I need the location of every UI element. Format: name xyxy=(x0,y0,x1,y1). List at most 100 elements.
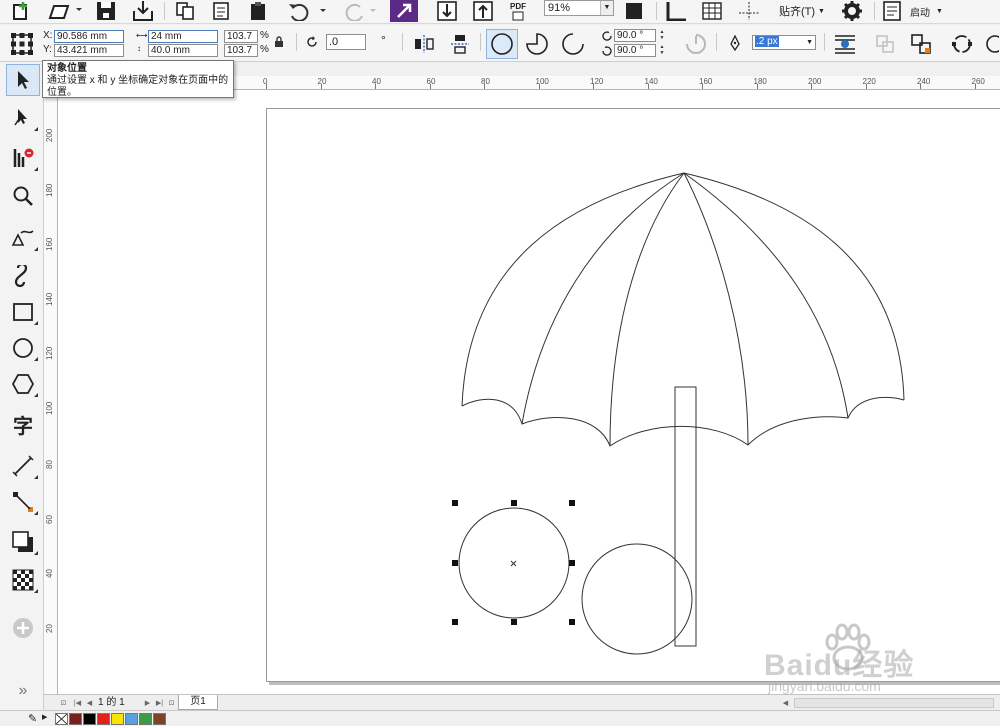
ruler-tick-label: 240 xyxy=(917,77,931,86)
crop-tool-button[interactable] xyxy=(6,142,40,174)
add-page-after-icon[interactable]: ⊡ xyxy=(166,697,177,708)
artistic-media-tool-button[interactable] xyxy=(6,260,40,292)
copy-icon[interactable] xyxy=(172,0,200,22)
end-angle-field[interactable]: 90.0 ° xyxy=(614,44,656,57)
end-angle-spinner[interactable]: ▲ ▼ xyxy=(658,44,666,57)
page-tab[interactable]: 页1 xyxy=(178,695,218,710)
quick-customize-button[interactable] xyxy=(6,612,40,644)
drop-shadow-tool-button[interactable] xyxy=(6,526,40,558)
mirror-vertical-icon[interactable] xyxy=(446,31,474,57)
launch-icon xyxy=(883,1,901,21)
horizontal-scrollbar[interactable] xyxy=(794,698,994,708)
freehand-tool-button[interactable] xyxy=(6,222,40,254)
weld-icon[interactable] xyxy=(906,31,936,57)
export-arrow-icon[interactable] xyxy=(470,0,496,22)
text-tool-button[interactable]: 字 xyxy=(6,408,40,440)
open-document-icon[interactable] xyxy=(44,0,84,22)
start-angle-field[interactable]: 90.0 ° xyxy=(614,29,656,42)
change-direction-icon[interactable] xyxy=(682,30,710,58)
undo-icon[interactable] xyxy=(284,0,328,22)
new-document-icon[interactable] xyxy=(8,0,34,22)
add-page-icon[interactable]: ⊡ xyxy=(58,697,69,708)
previous-page-icon[interactable]: ◀ xyxy=(84,697,95,708)
drawing-canvas[interactable] xyxy=(58,90,1000,694)
connector-tool-button[interactable] xyxy=(6,486,40,518)
scale-height-field[interactable]: 103.7 xyxy=(224,44,258,57)
launch-menu[interactable]: 启动 ▼ xyxy=(882,0,952,22)
color-swatch[interactable] xyxy=(139,713,152,725)
corel-connect-icon[interactable] xyxy=(390,0,418,22)
text-wrap-icon[interactable] xyxy=(830,31,860,57)
ellipse-mode-button[interactable] xyxy=(486,29,518,59)
x-position-field[interactable]: 90.586 mm xyxy=(54,30,124,43)
combine-icon[interactable] xyxy=(870,31,900,57)
next-page-icon[interactable]: ▶ xyxy=(142,697,153,708)
vertical-ruler[interactable]: 200 180 160 140 120 100 80 60 40 20 xyxy=(44,90,58,694)
scroll-left-icon[interactable]: ◀ xyxy=(780,697,791,708)
width-field[interactable]: 24 mm xyxy=(148,30,218,43)
zoom-tool-button[interactable] xyxy=(6,180,40,212)
property-bar: X: 90.586 mm Y: 43.421 mm ⟷ 24 mm ↕ 40.0… xyxy=(0,25,1000,62)
show-grid-icon[interactable] xyxy=(698,0,726,22)
start-angle-spinner[interactable]: ▲ ▼ xyxy=(658,29,666,42)
pie-mode-button[interactable] xyxy=(522,30,552,58)
show-guidelines-icon[interactable] xyxy=(734,0,764,22)
expand-toolbox-button[interactable]: » xyxy=(6,678,40,704)
zoom-level-select[interactable]: 91% ▼ xyxy=(544,0,614,16)
ruler-tick-label: 200 xyxy=(808,77,822,86)
text-tool-icon: 字 xyxy=(13,413,33,438)
end-angle-icon xyxy=(600,44,614,58)
full-screen-icon[interactable] xyxy=(620,0,648,22)
ruler-tick-label: 160 xyxy=(45,237,54,251)
color-swatch[interactable] xyxy=(125,713,138,725)
color-swatch[interactable] xyxy=(69,713,82,725)
lock-ratio-icon[interactable] xyxy=(272,35,286,49)
more-options-icon[interactable] xyxy=(984,31,1000,57)
no-color-swatch[interactable] xyxy=(55,713,68,725)
import-icon[interactable] xyxy=(128,0,158,22)
palette-menu-icon[interactable]: ▶ xyxy=(42,713,47,721)
page-counter-total: 1 xyxy=(119,697,125,708)
rotation-angle-field[interactable]: .0 xyxy=(326,34,366,50)
object-origin-icon[interactable] xyxy=(8,31,36,57)
outline-width-select[interactable]: .2 px ▼ xyxy=(752,35,816,50)
first-page-icon[interactable]: |◀ xyxy=(72,697,83,708)
transparency-tool-button[interactable] xyxy=(6,564,40,596)
snap-to-menu[interactable]: 贴齐(T) ▼ xyxy=(776,0,828,22)
options-gear-icon[interactable] xyxy=(838,0,866,22)
convert-to-curves-icon[interactable] xyxy=(946,31,978,57)
umbrella-rib xyxy=(683,172,849,419)
shape-tool-button[interactable] xyxy=(6,102,40,134)
color-swatch[interactable] xyxy=(83,713,96,725)
color-swatch[interactable] xyxy=(111,713,124,725)
dimension-icon xyxy=(12,455,34,477)
save-icon[interactable] xyxy=(92,0,120,22)
checkerboard-icon xyxy=(12,569,34,591)
arc-mode-button[interactable] xyxy=(558,30,588,58)
zoom-level-value: 91% xyxy=(548,2,571,14)
magnifier-icon xyxy=(13,186,33,206)
ellipse-tool-button[interactable] xyxy=(6,332,40,364)
last-page-icon[interactable]: ▶| xyxy=(154,697,165,708)
chevron-down-icon[interactable]: ▼ xyxy=(600,1,613,15)
publish-pdf-icon[interactable]: PDF xyxy=(504,0,532,22)
paste-icon[interactable] xyxy=(208,0,236,22)
height-field[interactable]: 40.0 mm xyxy=(148,44,218,57)
y-position-field[interactable]: 43.421 mm xyxy=(54,44,124,57)
dimension-tool-button[interactable] xyxy=(6,450,40,482)
show-rulers-icon[interactable] xyxy=(662,0,690,22)
polygon-tool-button[interactable] xyxy=(6,368,40,400)
import-arrow-icon[interactable] xyxy=(434,0,460,22)
clipboard-icon[interactable] xyxy=(244,0,272,22)
color-swatch[interactable] xyxy=(153,713,166,725)
percent-label: % xyxy=(260,44,269,55)
rectangle-tool-button[interactable] xyxy=(6,296,40,328)
color-swatch[interactable] xyxy=(97,713,110,725)
redo-icon[interactable] xyxy=(334,0,378,22)
ellipse-icon xyxy=(13,338,33,358)
umbrella-rib xyxy=(683,172,749,446)
eyedropper-icon[interactable]: ✎ xyxy=(28,712,37,725)
pick-tool-button[interactable] xyxy=(6,64,40,96)
scale-width-field[interactable]: 103.7 xyxy=(224,30,258,43)
mirror-horizontal-icon[interactable] xyxy=(410,31,438,57)
